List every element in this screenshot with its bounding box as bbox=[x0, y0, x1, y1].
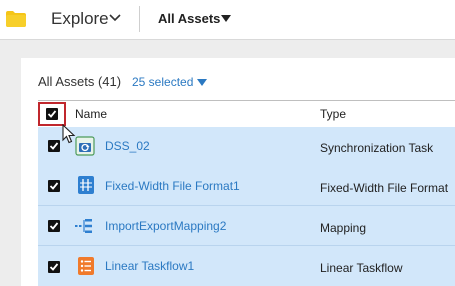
asset-count: All Assets (41) bbox=[38, 74, 122, 89]
folder-icon bbox=[6, 11, 26, 27]
caret-down-icon[interactable] bbox=[221, 15, 231, 22]
fixed-width-icon bbox=[78, 176, 94, 194]
checkmark-icon bbox=[49, 182, 59, 190]
checkmark-icon bbox=[47, 110, 57, 118]
asset-filter-dropdown[interactable]: All Assets bbox=[158, 11, 220, 26]
toolbar-divider bbox=[139, 6, 140, 32]
row-checkbox[interactable] bbox=[48, 261, 60, 273]
asset-type: Linear Taskflow bbox=[320, 261, 403, 275]
caret-down-icon[interactable] bbox=[197, 79, 207, 86]
asset-type: Mapping bbox=[320, 221, 367, 235]
chevron-down-icon[interactable] bbox=[109, 14, 121, 22]
column-header-type[interactable]: Type bbox=[320, 107, 346, 121]
checkmark-icon bbox=[49, 263, 59, 271]
row-checkbox[interactable] bbox=[48, 140, 60, 152]
asset-name-link[interactable]: Fixed-Width File Format1 bbox=[105, 179, 240, 193]
mapping-icon bbox=[75, 219, 92, 233]
sync-task-icon bbox=[75, 136, 95, 156]
checkmark-icon bbox=[49, 142, 59, 150]
column-header-name[interactable]: Name bbox=[75, 107, 107, 121]
explore-menu-label[interactable]: Explore bbox=[51, 9, 109, 29]
select-all-checkbox[interactable] bbox=[46, 108, 58, 120]
mouse-cursor-icon bbox=[62, 124, 76, 144]
asset-name-link[interactable]: ImportExportMapping2 bbox=[105, 219, 226, 233]
asset-type: Fixed-Width File Format bbox=[320, 181, 449, 195]
linear-taskflow-icon bbox=[78, 257, 94, 275]
selected-count-link[interactable]: 25 selected bbox=[132, 75, 193, 89]
checkmark-icon bbox=[49, 222, 59, 230]
asset-name-link[interactable]: Linear Taskflow1 bbox=[105, 259, 194, 273]
asset-name-link[interactable]: DSS_02 bbox=[105, 139, 150, 153]
top-bar: Explore All Assets bbox=[0, 0, 455, 40]
asset-type: Synchronization Task bbox=[320, 141, 434, 155]
row-checkbox[interactable] bbox=[48, 220, 60, 232]
row-checkbox[interactable] bbox=[48, 180, 60, 192]
table-row[interactable] bbox=[38, 206, 455, 246]
